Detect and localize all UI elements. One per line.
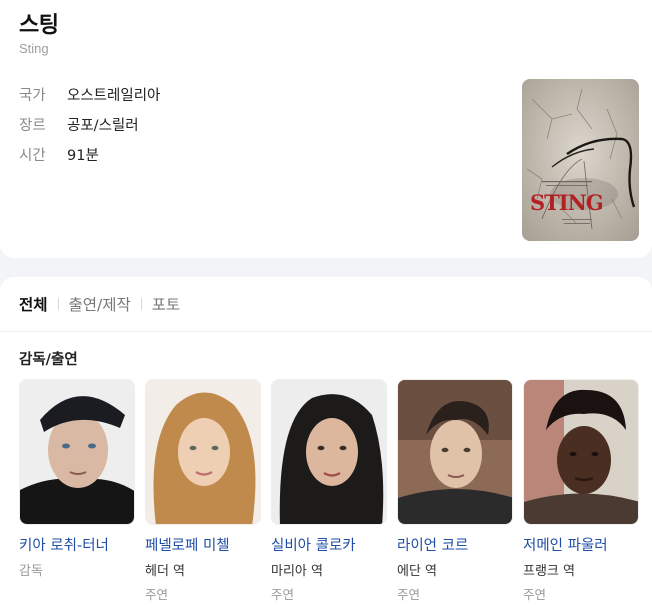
info-key: 시간 [19, 147, 46, 164]
movie-info-card: 스팅 Sting 국가 오스트레일리아 장르 공포/스릴러 시간 91분 STI… [0, 0, 652, 258]
divider [0, 331, 652, 332]
person-name[interactable]: 키아 로취-터너 [19, 534, 135, 555]
person-photo[interactable] [145, 379, 261, 525]
person-role: 마리아 역 [271, 564, 323, 579]
info-key: 국가 [19, 87, 46, 104]
cast-item[interactable]: 라이언 코르 에단 역 주연 [397, 379, 513, 603]
person-credit-type: 주연 [397, 587, 421, 602]
info-row-country: 국가 오스트레일리아 [19, 79, 160, 109]
cast-list: 키아 로취-터너 감독 페넬로페 미첼 헤더 역 주연 실비아 콜로카 마리아 … [19, 379, 649, 603]
info-value: 91분 [67, 147, 99, 164]
info-row-genre: 장르 공포/스릴러 [19, 109, 160, 139]
person-photo[interactable] [397, 379, 513, 525]
info-value: 공포/스릴러 [67, 117, 139, 134]
tab-separator [140, 298, 142, 310]
section-title: 감독/출연 [19, 352, 78, 368]
movie-info-list: 국가 오스트레일리아 장르 공포/스릴러 시간 91분 [19, 79, 160, 169]
person-role: 헤더 역 [145, 564, 186, 579]
movie-poster[interactable]: STING [522, 79, 639, 241]
person-photo[interactable] [19, 379, 135, 525]
tab-photo[interactable]: 포토 [152, 293, 181, 315]
person-name[interactable]: 저메인 파울러 [523, 534, 639, 555]
person-name[interactable]: 실비아 콜로카 [271, 534, 387, 555]
info-key: 장르 [19, 117, 46, 134]
person-role: 에단 역 [397, 564, 438, 579]
poster-logo-text: STING [530, 190, 603, 215]
person-credit-type: 주연 [271, 587, 295, 602]
movie-original-title: Sting [19, 41, 49, 56]
tab-all[interactable]: 전체 [19, 293, 48, 315]
tab-cast-crew[interactable]: 출연/제작 [69, 293, 131, 315]
movie-title[interactable]: 스팅 [19, 7, 59, 39]
person-role: 프랭크 역 [523, 564, 575, 579]
cast-item[interactable]: 실비아 콜로카 마리아 역 주연 [271, 379, 387, 603]
cast-item[interactable]: 페넬로페 미첼 헤더 역 주연 [145, 379, 261, 603]
tab-separator [57, 298, 59, 310]
person-name[interactable]: 페넬로페 미첼 [145, 534, 261, 555]
person-photo[interactable] [271, 379, 387, 525]
cast-item[interactable]: 저메인 파울러 프랭크 역 주연 [523, 379, 639, 603]
person-photo[interactable] [523, 379, 639, 525]
person-name[interactable]: 라이언 코르 [397, 534, 513, 555]
info-row-runtime: 시간 91분 [19, 139, 160, 169]
person-credit-type: 주연 [145, 587, 169, 602]
person-role: 감독 [19, 564, 43, 579]
person-credit-type: 주연 [523, 587, 547, 602]
info-value: 오스트레일리아 [67, 87, 161, 104]
cast-card: 전체 출연/제작 포토 감독/출연 키아 로취-터너 감독 페넬로페 미첼 헤더… [0, 277, 652, 610]
cast-item[interactable]: 키아 로취-터너 감독 [19, 379, 135, 603]
tab-bar: 전체 출연/제작 포토 [19, 293, 180, 315]
